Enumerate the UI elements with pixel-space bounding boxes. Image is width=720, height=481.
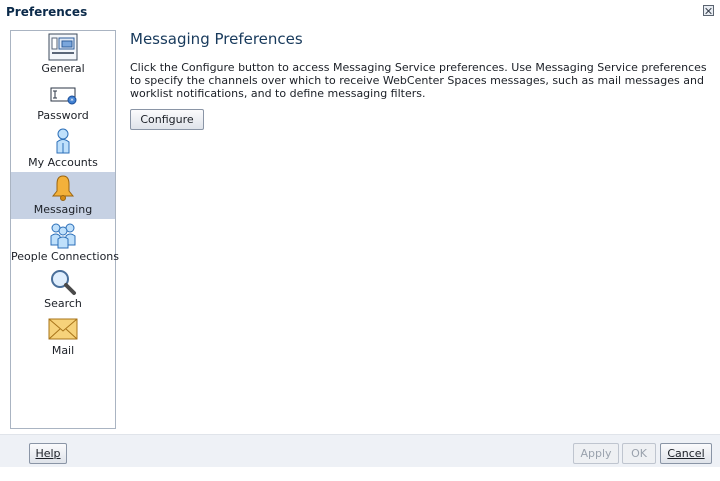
my-accounts-icon [56,128,70,154]
sidebar-item-label: Mail [51,344,75,357]
apply-button[interactable]: Apply [573,443,619,464]
sidebar-item-general[interactable]: General [11,31,115,78]
help-button[interactable]: Help [29,443,67,464]
ok-button[interactable]: OK [622,443,656,464]
help-button-label: Help [35,447,61,460]
sidebar-item-my-accounts[interactable]: My Accounts [11,125,115,172]
dialog-footer: Help Apply OK Cancel [0,434,720,467]
cancel-button-label: Cancel [667,447,705,460]
dialog-content: General * Password My Accounts Messaging… [0,22,720,434]
messaging-preferences-panel: Messaging Preferences Click the Configur… [130,30,710,130]
password-icon: * [50,87,77,105]
sidebar-item-mail[interactable]: Mail [11,313,115,360]
dialog-titlebar: Preferences [0,0,720,22]
sidebar-item-label: Search [44,297,82,310]
page-title: Messaging Preferences [130,30,303,48]
preferences-sidebar: General * Password My Accounts Messaging… [10,30,120,429]
sidebar-item-people-connections[interactable]: People Connections [11,219,120,266]
magnifier-icon [51,270,76,295]
sidebar-item-search[interactable]: Search [11,266,115,313]
sidebar-item-label: Messaging [33,203,93,216]
sidebar-item-label: People Connections [11,250,120,263]
sidebar-item-label: My Accounts [28,156,98,169]
sidebar-item-label: General [41,62,85,75]
people-connections-icon [50,223,76,249]
general-settings-icon [48,33,78,61]
cancel-button[interactable]: Cancel [660,443,712,464]
bell-icon [51,175,75,201]
envelope-icon [48,318,78,340]
sidebar-item-password[interactable]: * Password [11,78,115,125]
svg-text:*: * [70,97,74,105]
configure-button[interactable]: Configure [130,109,204,130]
close-icon[interactable] [703,5,714,16]
preferences-dialog: Preferences General * Password My Accoun… [0,0,720,467]
sidebar-item-messaging[interactable]: Messaging [11,172,115,219]
dialog-title: Preferences [6,5,88,19]
sidebar-item-label: Password [37,109,89,122]
description-text: Click the Configure button to access Mes… [130,61,707,100]
